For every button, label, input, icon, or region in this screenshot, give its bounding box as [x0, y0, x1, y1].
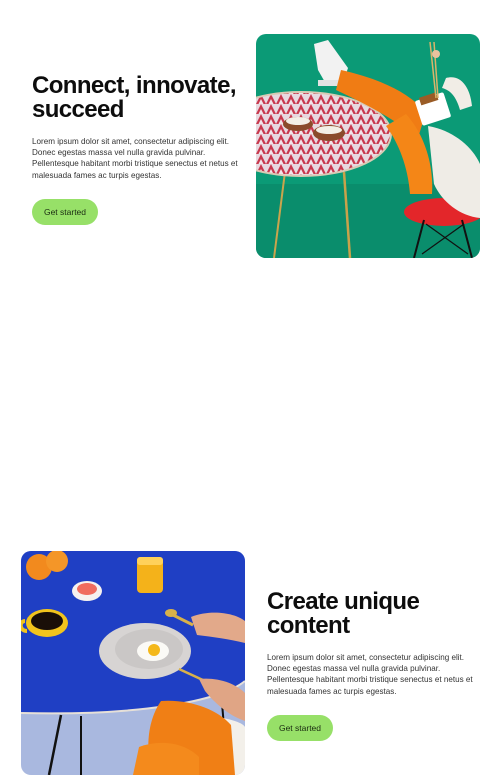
feature-image-people-eating — [256, 34, 480, 258]
feature-description: Lorem ipsum dolor sit amet, consectetur … — [267, 653, 473, 696]
feature-text-block: Create unique content Lorem ipsum dolor … — [267, 590, 477, 741]
feature-section-connect: Connect, innovate, succeed Lorem ipsum d… — [0, 0, 500, 270]
get-started-button[interactable]: Get started — [267, 714, 333, 741]
feature-title: Connect, innovate, succeed — [32, 74, 242, 122]
feature-title-line-1: Create unique — [267, 588, 420, 615]
feature-section-create: Create unique content Lorem ipsum dolor … — [0, 270, 500, 775]
feature-title-line-2: succeed — [32, 96, 124, 123]
feature-title-line-2: content — [267, 612, 350, 639]
feature-image-breakfast — [21, 551, 245, 775]
feature-title-line-1: Connect, innovate, — [32, 72, 236, 99]
feature-description: Lorem ipsum dolor sit amet, consectetur … — [32, 137, 238, 180]
feature-text-block: Connect, innovate, succeed Lorem ipsum d… — [32, 74, 242, 225]
get-started-button[interactable]: Get started — [32, 198, 98, 225]
feature-title: Create unique content — [267, 590, 477, 638]
